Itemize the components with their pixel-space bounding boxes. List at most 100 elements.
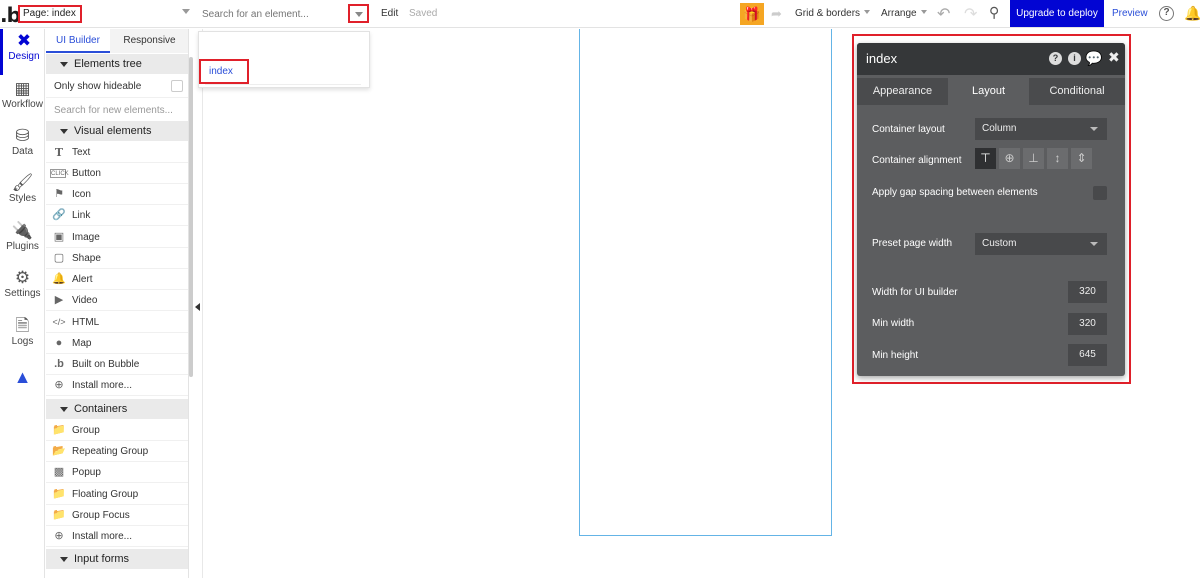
- bell-icon[interactable]: 🔔: [1184, 5, 1200, 22]
- only-show-hideable-row[interactable]: Only show hideable: [46, 76, 188, 98]
- element-label: Link: [72, 210, 91, 221]
- gift-icon[interactable]: 🎁: [740, 3, 764, 25]
- min-width-input[interactable]: 320: [1068, 313, 1107, 335]
- group-focus-icon: 📁: [52, 509, 66, 521]
- preset-page-width-select[interactable]: Custom: [975, 233, 1107, 255]
- rail-item-styles[interactable]: 🖌 Styles: [0, 171, 45, 217]
- tab-appearance[interactable]: Appearance: [857, 78, 948, 105]
- element-group[interactable]: 📁 Group: [46, 420, 188, 441]
- visual-elements-header[interactable]: Visual elements: [46, 121, 188, 141]
- info-icon[interactable]: i: [1068, 52, 1081, 65]
- logs-icon: 🗎: [15, 316, 30, 335]
- page-canvas[interactable]: [579, 29, 832, 536]
- rail-item-design[interactable]: ✖ Design: [0, 29, 45, 75]
- divider: [205, 84, 361, 85]
- install-more-visual[interactable]: ⊕ Install more...: [46, 375, 188, 396]
- ui-builder-panel: UI Builder Responsive Elements tree Only…: [46, 29, 189, 578]
- align-center-icon[interactable]: ⊕: [999, 148, 1020, 169]
- element-label: Popup: [72, 467, 101, 478]
- help-icon[interactable]: ?: [1049, 52, 1062, 65]
- preview-button[interactable]: Preview: [1112, 8, 1148, 19]
- triangle-down-icon: [60, 407, 68, 412]
- panel-scrollbar[interactable]: [189, 57, 193, 377]
- element-group-focus[interactable]: 📁 Group Focus: [46, 505, 188, 526]
- visual-elements-label: Visual elements: [74, 125, 152, 137]
- rail-item-workflow[interactable]: ▦ Workflow: [0, 77, 45, 123]
- element-html[interactable]: </> HTML: [46, 312, 188, 333]
- element-floating-group[interactable]: 📁 Floating Group: [46, 484, 188, 505]
- align-stretch-icon[interactable]: ↕: [1047, 148, 1068, 169]
- help-icon[interactable]: ?: [1159, 6, 1174, 21]
- chevron-down-icon[interactable]: [182, 9, 190, 14]
- elements-tree-header[interactable]: Elements tree: [46, 54, 188, 74]
- containers-header[interactable]: Containers: [46, 399, 188, 419]
- element-shape[interactable]: ▢ Shape: [46, 248, 188, 269]
- align-distribute-icon[interactable]: ⇕: [1071, 148, 1092, 169]
- rail-item-data[interactable]: ⛁ Data: [0, 124, 45, 170]
- element-alert[interactable]: 🔔 Alert: [46, 269, 188, 290]
- panel-tabs: UI Builder Responsive: [46, 29, 188, 53]
- element-label: Text: [72, 147, 91, 158]
- cursor-icon[interactable]: ➦: [771, 6, 782, 22]
- saved-status: Saved: [409, 8, 438, 19]
- arrange-menu[interactable]: Arrange: [881, 8, 927, 19]
- tab-ui-builder[interactable]: UI Builder: [46, 29, 110, 53]
- property-tabs: Appearance Layout Conditional: [857, 78, 1125, 105]
- triangle-down-icon: [60, 557, 68, 562]
- container-layout-select[interactable]: Column: [975, 118, 1107, 140]
- plus-circle-icon: ⊕: [54, 530, 64, 542]
- bubble-mountains-icon: ▲: [13, 367, 32, 387]
- only-show-hideable-checkbox[interactable]: [171, 80, 183, 92]
- undo-icon[interactable]: ↶: [937, 4, 950, 24]
- element-built-on-bubble[interactable]: .b Built on Bubble: [46, 354, 188, 375]
- element-icon[interactable]: ⚑ Icon: [46, 184, 188, 205]
- element-label: Shape: [72, 253, 101, 264]
- preset-page-width-label: Preset page width: [872, 238, 953, 249]
- page-select[interactable]: Page: index: [18, 5, 82, 23]
- collapse-panel-icon[interactable]: [195, 303, 200, 311]
- element-image[interactable]: ▣ Image: [46, 227, 188, 248]
- settings-icon: ⚙: [14, 268, 31, 287]
- width-ui-builder-input[interactable]: 320: [1068, 281, 1107, 303]
- edit-menu[interactable]: Edit: [381, 8, 398, 19]
- rail-item-plugins[interactable]: 🔌 Plugins: [0, 219, 45, 265]
- tab-layout[interactable]: Layout: [948, 78, 1029, 105]
- min-height-input[interactable]: 645: [1068, 344, 1107, 366]
- search-new-elements-input[interactable]: Search for new elements...: [46, 100, 188, 122]
- input-forms-header[interactable]: Input forms: [46, 549, 188, 569]
- tab-conditional[interactable]: Conditional: [1029, 78, 1125, 105]
- dropdown-option-index[interactable]: index: [199, 59, 249, 84]
- property-editor-header[interactable]: index ? i 💬 ✖: [857, 43, 1125, 75]
- element-repeating-group[interactable]: 📂 Repeating Group: [46, 441, 188, 462]
- element-map[interactable]: ● Map: [46, 333, 188, 354]
- element-link[interactable]: 🔗 Link: [46, 205, 188, 226]
- arrange-label: Arrange: [881, 8, 917, 19]
- rail-item-logs[interactable]: 🗎 Logs: [0, 314, 45, 360]
- tab-responsive[interactable]: Responsive: [110, 29, 188, 53]
- element-button[interactable]: CLICK Button: [46, 163, 188, 184]
- close-icon[interactable]: ✖: [1108, 49, 1120, 66]
- rail-item-settings[interactable]: ⚙ Settings: [0, 266, 45, 312]
- gap-spacing-checkbox[interactable]: [1093, 186, 1107, 200]
- redo-icon[interactable]: ↷: [964, 4, 977, 24]
- upgrade-button[interactable]: Upgrade to deploy: [1010, 0, 1104, 27]
- align-bottom-icon[interactable]: ⊥: [1023, 148, 1044, 169]
- align-top-icon[interactable]: ⊤: [975, 148, 996, 169]
- min-width-label: Min width: [872, 318, 915, 329]
- install-more-containers[interactable]: ⊕ Install more...: [46, 526, 188, 547]
- chevron-down-icon: [1090, 127, 1098, 131]
- triangle-down-icon: [60, 129, 68, 134]
- gap-spacing-label: Apply gap spacing between elements: [872, 187, 1038, 198]
- element-popup[interactable]: ▩ Popup: [46, 462, 188, 483]
- search-icon[interactable]: ⚲: [989, 4, 999, 21]
- element-search-dropdown-button[interactable]: [348, 4, 369, 23]
- containers-label: Containers: [74, 403, 128, 415]
- rail-item-bubble[interactable]: ▲: [0, 365, 45, 399]
- grid-borders-menu[interactable]: Grid & borders: [795, 8, 871, 19]
- element-search-input[interactable]: [202, 6, 342, 22]
- element-video[interactable]: ▶ Video: [46, 290, 188, 311]
- bubble-logo[interactable]: .b: [0, 3, 21, 27]
- width-ui-builder-label: Width for UI builder: [872, 287, 958, 298]
- element-text[interactable]: T Text: [46, 142, 188, 163]
- comment-icon[interactable]: 💬: [1085, 50, 1102, 67]
